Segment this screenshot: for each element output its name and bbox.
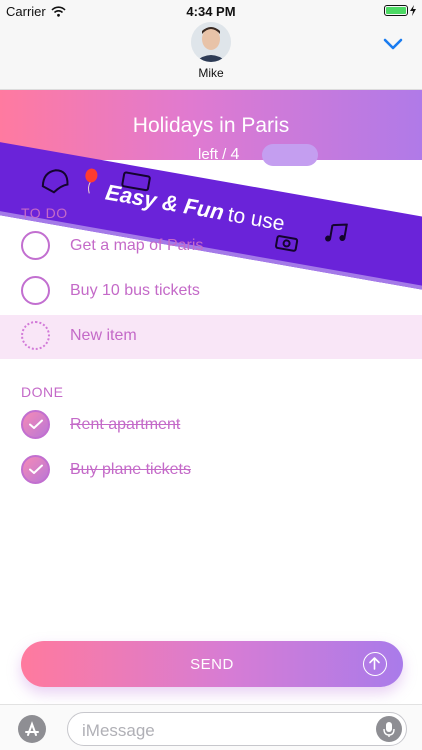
status-time: 4:34 PM <box>186 4 236 19</box>
imessage-placeholder: iMessage <box>82 721 155 740</box>
done-section-label: DONE <box>21 384 64 400</box>
checkmark-icon <box>29 464 43 474</box>
contact-name[interactable]: Mike <box>0 66 422 80</box>
counter-total: 4 <box>230 146 240 163</box>
done-item-label[interactable]: Buy plane tickets <box>70 461 191 479</box>
person-avatar-icon <box>191 22 231 62</box>
imessage-input[interactable]: iMessage <box>67 712 407 746</box>
done-item[interactable]: Buy plane tickets <box>0 449 422 493</box>
list-title[interactable]: Holidays in Paris <box>0 114 422 138</box>
send-button[interactable]: SEND <box>21 641 403 687</box>
conversation-header: Mike <box>0 22 422 90</box>
charging-icon <box>410 5 416 16</box>
items-counter: left / 4 <box>198 146 239 164</box>
new-item-checkbox <box>21 321 50 350</box>
checkmark-icon <box>29 419 43 429</box>
new-item-row[interactable]: New item <box>0 315 422 359</box>
todo-item[interactable]: Get a map of Paris <box>0 225 422 269</box>
app-store-icon <box>25 721 39 736</box>
app-store-button[interactable] <box>18 715 46 743</box>
item-checkbox[interactable] <box>21 276 50 305</box>
counter-label: left / <box>198 146 227 163</box>
imessage-bar: iMessage <box>0 704 422 750</box>
counter-pill <box>262 144 318 166</box>
battery-icon <box>384 5 408 16</box>
item-checkbox-checked[interactable] <box>21 455 50 484</box>
item-checkbox[interactable] <box>21 231 50 260</box>
item-checkbox-checked[interactable] <box>21 410 50 439</box>
done-item[interactable]: Rent apartment <box>0 404 422 448</box>
microphone-icon <box>383 722 395 737</box>
send-label: SEND <box>190 656 234 673</box>
banner-strong-text: Easy & Fun <box>103 179 226 225</box>
done-item-label[interactable]: Rent apartment <box>70 416 180 434</box>
arrow-up-icon <box>363 652 387 676</box>
balloon-icon <box>85 168 98 194</box>
new-item-input[interactable]: New item <box>70 327 137 345</box>
croissant-icon <box>41 169 69 194</box>
battery-indicator <box>384 5 416 16</box>
microphone-button[interactable] <box>376 716 402 742</box>
todo-section-label: TO DO <box>21 205 68 221</box>
todo-item-label[interactable]: Get a map of Paris <box>70 237 203 255</box>
list-title-bar: Holidays in Paris left / 4 <box>0 90 422 166</box>
todo-item-label[interactable]: Buy 10 bus tickets <box>70 282 200 300</box>
todo-item[interactable]: Buy 10 bus tickets <box>0 270 422 314</box>
avatar[interactable] <box>191 22 231 62</box>
chevron-down-icon[interactable] <box>382 36 404 52</box>
status-bar: Carrier 4:34 PM <box>0 0 422 22</box>
